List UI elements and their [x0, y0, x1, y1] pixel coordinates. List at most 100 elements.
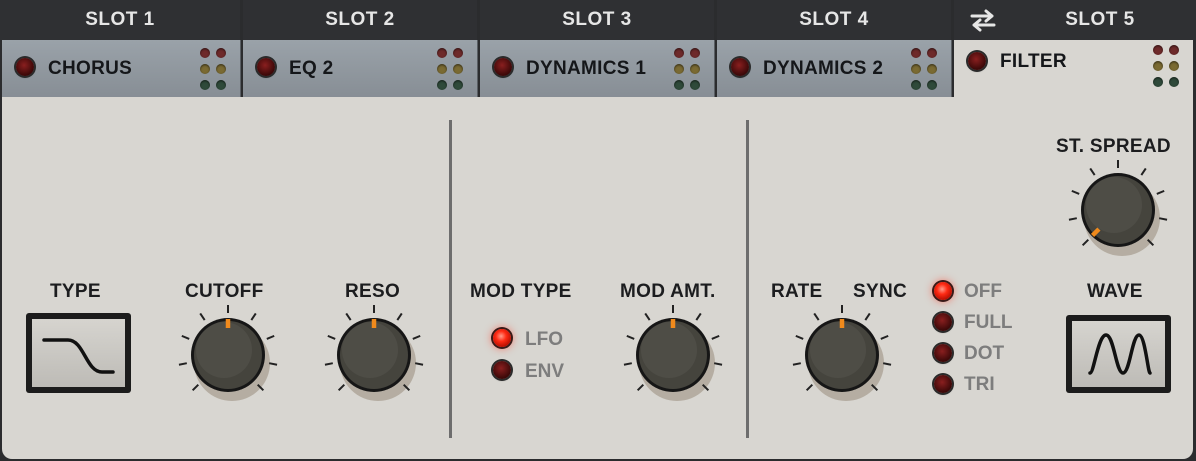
- sync-dot-label[interactable]: DOT: [964, 343, 1004, 365]
- rate-knob[interactable]: [790, 303, 894, 407]
- knob-tick: [711, 334, 720, 340]
- status-dot: [200, 48, 210, 58]
- status-dot: [453, 80, 463, 90]
- slot-2-status-dots: [437, 48, 463, 90]
- cutoff-knob[interactable]: [176, 303, 280, 407]
- slot-3-header[interactable]: SLOT 3: [480, 0, 714, 40]
- slot-1-power-led[interactable]: [16, 58, 34, 76]
- reso-knob[interactable]: [322, 303, 426, 407]
- slot-5-header-label: SLOT 5: [1065, 9, 1135, 30]
- knob-tick: [324, 362, 334, 366]
- knob-tick: [396, 312, 403, 321]
- slot-2-effect-name: EQ 2: [289, 58, 334, 79]
- sync-off-label[interactable]: OFF: [964, 281, 1002, 303]
- knob-tick: [191, 383, 200, 392]
- slot-4-effect-name: DYNAMICS 2: [763, 58, 884, 79]
- slot-2-power-led[interactable]: [257, 58, 275, 76]
- sync-off-led[interactable]: [934, 282, 952, 300]
- reso-knob-graphic: [324, 305, 424, 401]
- wave-display[interactable]: [1066, 315, 1171, 393]
- knob-tick: [880, 334, 889, 340]
- sync-tri-label[interactable]: TRI: [964, 374, 995, 396]
- mod-type-lfo-led[interactable]: [493, 329, 511, 347]
- slot-1-effect-name: CHORUS: [48, 58, 133, 79]
- knob-tick: [695, 312, 702, 321]
- section-divider-1: [449, 120, 452, 438]
- status-dot: [674, 64, 684, 74]
- swap-icon[interactable]: [968, 8, 998, 32]
- status-dot: [1169, 45, 1179, 55]
- status-dot: [453, 48, 463, 58]
- slot-2-header[interactable]: SLOT 2: [243, 0, 477, 40]
- knob-tick: [795, 334, 804, 340]
- sync-tri-led[interactable]: [934, 375, 952, 393]
- mod-type-env-led[interactable]: [493, 361, 511, 379]
- knob-tick: [250, 312, 257, 321]
- knob-tick: [864, 312, 871, 321]
- knob-tick: [1156, 189, 1165, 195]
- knob-tick: [327, 334, 336, 340]
- status-dot: [927, 48, 937, 58]
- status-dot: [690, 48, 700, 58]
- st-spread-knob[interactable]: [1066, 158, 1170, 262]
- knob-tick: [337, 383, 346, 392]
- knob-tick: [813, 312, 820, 321]
- slot-1-tab[interactable]: CHORUS: [2, 40, 241, 97]
- slot-5-header[interactable]: SLOT 5: [954, 0, 1196, 40]
- knob-tick: [268, 362, 278, 366]
- slot-4-header[interactable]: SLOT 4: [717, 0, 951, 40]
- knob-tick: [1158, 217, 1168, 221]
- sine-wave-icon: [1088, 333, 1152, 375]
- slot-5-tab[interactable]: FILTER: [954, 40, 1193, 106]
- st-spread-knob-graphic: [1068, 160, 1168, 256]
- knob-tick: [792, 362, 802, 366]
- slot-3-header-label: SLOT 3: [562, 9, 632, 30]
- rate-knob-graphic: [792, 305, 892, 401]
- slot-3-tab[interactable]: DYNAMICS 1: [480, 40, 715, 97]
- status-dot: [1153, 45, 1163, 55]
- status-dot: [200, 80, 210, 90]
- slot-3-power-led[interactable]: [494, 58, 512, 76]
- status-dot: [674, 48, 684, 58]
- filter-type-display[interactable]: [26, 313, 131, 393]
- knob-tick: [414, 362, 424, 366]
- mod-amt-label: MOD AMT.: [620, 281, 716, 302]
- knob-tick: [644, 312, 651, 321]
- knob-tick: [1068, 217, 1078, 221]
- slot-3-status-dots: [674, 48, 700, 90]
- slot-4-power-led[interactable]: [731, 58, 749, 76]
- wave-label: WAVE: [1087, 281, 1143, 302]
- status-dot: [911, 64, 921, 74]
- knob-tick: [713, 362, 723, 366]
- slot-4-tab[interactable]: DYNAMICS 2: [717, 40, 952, 97]
- slot-4-header-label: SLOT 4: [799, 9, 869, 30]
- status-dot: [216, 80, 226, 90]
- knob-tick: [1081, 238, 1090, 247]
- slot-5-effect-name: FILTER: [1000, 51, 1067, 72]
- status-dot: [927, 64, 937, 74]
- sync-full-led[interactable]: [934, 313, 952, 331]
- mod-amt-knob[interactable]: [621, 303, 725, 407]
- slot-1-header[interactable]: SLOT 1: [0, 0, 240, 40]
- slot-5-status-dots: [1153, 45, 1179, 87]
- slot-2-header-label: SLOT 2: [325, 9, 395, 30]
- slot-2-tab[interactable]: EQ 2: [243, 40, 478, 97]
- knob-tick: [1140, 167, 1147, 176]
- rate-label: RATE: [771, 281, 823, 302]
- mod-type-lfo-label[interactable]: LFO: [525, 329, 563, 351]
- knob-tick: [345, 312, 352, 321]
- slot-5-power-led[interactable]: [968, 52, 986, 70]
- knob-tick: [636, 383, 645, 392]
- slot-4-status-dots: [911, 48, 937, 90]
- section-divider-2: [746, 120, 749, 438]
- cutoff-label: CUTOFF: [185, 281, 264, 302]
- status-dot: [1169, 77, 1179, 87]
- knob-tick: [266, 334, 275, 340]
- status-dot: [690, 80, 700, 90]
- sync-full-label[interactable]: FULL: [964, 312, 1013, 334]
- sync-dot-led[interactable]: [934, 344, 952, 362]
- status-dot: [437, 80, 447, 90]
- knob-tick: [1089, 167, 1096, 176]
- knob-tick: [178, 362, 188, 366]
- mod-type-env-label[interactable]: ENV: [525, 361, 564, 383]
